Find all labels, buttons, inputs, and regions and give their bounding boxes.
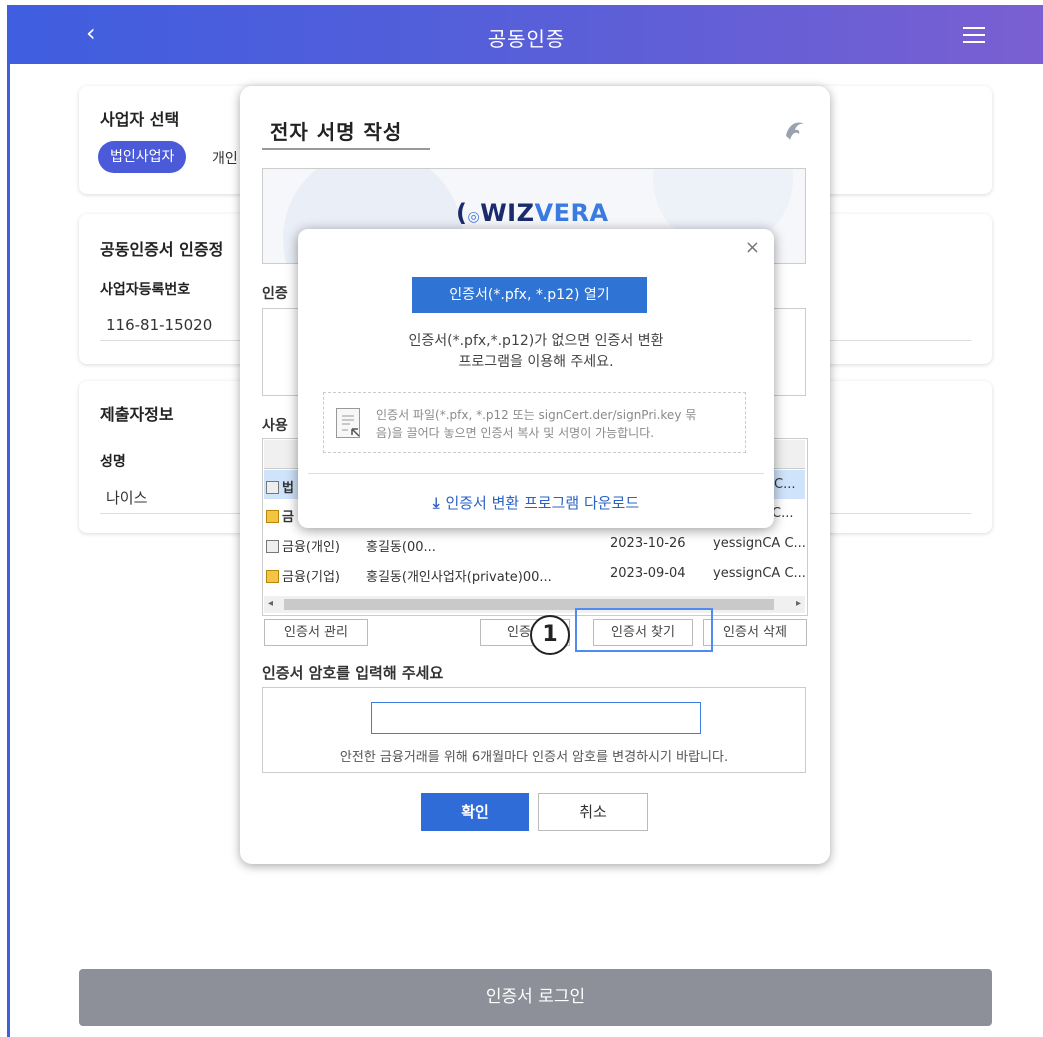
- file-drop-icon: [336, 408, 360, 438]
- horizontal-scrollbar[interactable]: ◂ ▸: [264, 596, 805, 613]
- business-select-title: 사업자 선택: [100, 110, 180, 129]
- file-drop-zone[interactable]: 인증서 파일(*.pfx, *.p12 또는 signCert.der/sign…: [323, 392, 746, 453]
- submitter-title: 제출자정보: [100, 405, 174, 424]
- close-icon[interactable]: ×: [745, 237, 760, 258]
- page-title: 공동인증: [487, 27, 566, 51]
- wizvera-logo: (◎WIZVERA: [456, 199, 609, 227]
- dolphin-logo-icon: [786, 122, 804, 140]
- table-row[interactable]: 금융(개인) 홍길동(00... 2023-10-26 yessignCA C.…: [264, 529, 806, 558]
- cert-icon: [266, 481, 279, 494]
- left-border: [7, 5, 10, 1037]
- title-underline: [262, 148, 430, 150]
- reg-number-label: 사업자등록번호: [100, 282, 191, 298]
- password-label: 인증서 암호를 입력해 주세요: [262, 664, 444, 682]
- cert-icon: [266, 510, 279, 523]
- drop-zone-text: 인증서 파일(*.pfx, *.p12 또는 signCert.der/sign…: [376, 408, 697, 440]
- reg-number-value: 116-81-15020: [106, 316, 213, 334]
- cert-delete-button[interactable]: 인증서 삭제: [703, 619, 807, 646]
- name-value: 나이스: [106, 489, 148, 507]
- cert-open-popup: × 인증서(*.pfx, *.p12) 열기 인증서(*.pfx,*.p12)가…: [298, 229, 774, 528]
- hamburger-icon[interactable]: [963, 27, 985, 43]
- app-header: ‹ 공동인증: [10, 5, 1043, 64]
- cert-icon: [266, 570, 279, 583]
- open-cert-file-button[interactable]: 인증서(*.pfx, *.p12) 열기: [412, 277, 647, 313]
- cert-auth-title: 공동인증서 인증정: [100, 240, 224, 259]
- cert-location-label: 인증: [262, 286, 288, 302]
- cancel-button[interactable]: 취소: [538, 793, 648, 831]
- cert-login-button[interactable]: 인증서 로그인: [79, 969, 992, 1026]
- cert-select-label: 사용: [262, 418, 288, 434]
- cert-manage-button[interactable]: 인증서 관리: [264, 619, 368, 646]
- download-converter-link[interactable]: ⤓ 인증서 변환 프로그램 다운로드: [298, 492, 774, 513]
- download-icon: ⤓: [432, 494, 440, 512]
- divider: [308, 473, 764, 474]
- confirm-button[interactable]: 확인: [421, 793, 529, 831]
- password-hint: 안전한 금융거래를 위해 6개월마다 인증서 암호를 변경하시기 바랍니다.: [339, 750, 729, 765]
- find-button-highlight: [575, 608, 713, 652]
- individual-business-option[interactable]: 개인: [212, 148, 238, 168]
- sign-dialog-title: 전자 서명 작성: [270, 120, 403, 144]
- password-box: 안전한 금융거래를 위해 6개월마다 인증서 암호를 변경하시기 바랍니다.: [262, 687, 806, 773]
- popup-description: 인증서(*.pfx,*.p12)가 없으면 인증서 변환 프로그램을 이용해 주…: [408, 333, 664, 370]
- corporate-business-pill[interactable]: 법인사업자: [98, 141, 187, 173]
- table-row[interactable]: 금융(기업) 홍길동(개인사업자(private)00... 2023-09-0…: [264, 559, 806, 588]
- cert-icon: [266, 540, 279, 553]
- password-input[interactable]: [371, 702, 701, 734]
- step-badge: 1: [530, 615, 570, 655]
- name-label: 성명: [100, 454, 126, 470]
